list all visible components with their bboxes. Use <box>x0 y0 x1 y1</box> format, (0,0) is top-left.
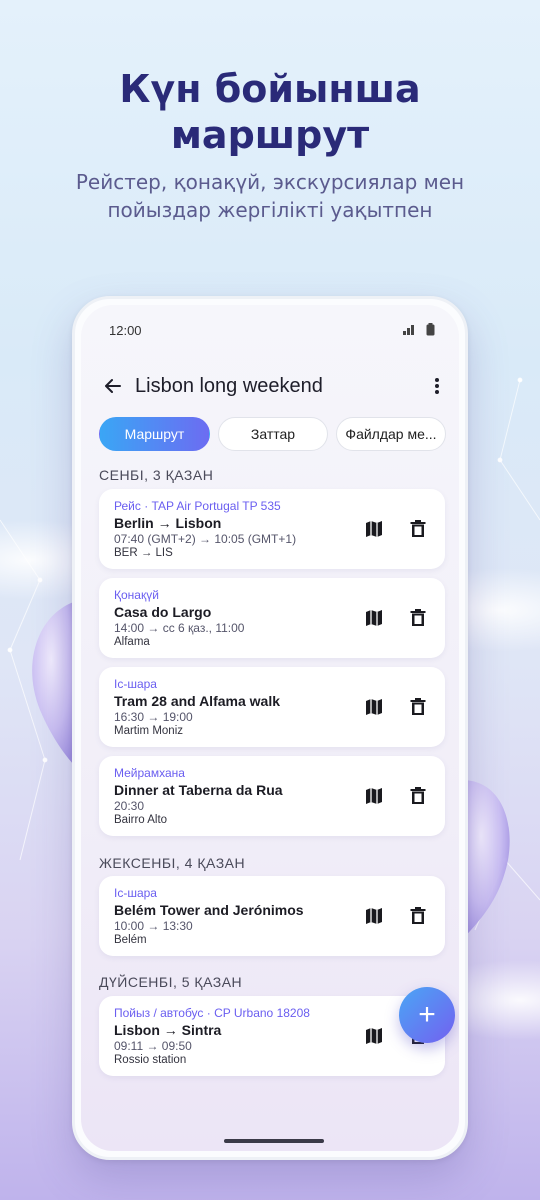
tab-files[interactable]: Файлдар ме... <box>336 417 446 451</box>
tab-itinerary[interactable]: Маршрут <box>99 417 210 451</box>
delete-button[interactable] <box>404 902 432 930</box>
phone-frame: 12:00 Lisbon long weekend Маршрут Заттар… <box>72 296 468 1160</box>
day-header: ЖЕКСЕНБІ, 4 ҚАЗАН <box>99 855 246 871</box>
trash-icon <box>410 520 426 537</box>
item-type: Қонақүй <box>114 588 159 602</box>
item-type: Іс-шара <box>114 677 157 691</box>
delete-button[interactable] <box>404 604 432 632</box>
map-button[interactable] <box>360 782 388 810</box>
itinerary-card[interactable]: Іс-шара Tram 28 and Alfama walk 16:30 → … <box>99 667 445 747</box>
back-button[interactable] <box>99 372 127 400</box>
delete-button[interactable] <box>404 782 432 810</box>
trip-title: Lisbon long weekend <box>135 374 323 397</box>
tab-bar: Маршрут Заттар Файлдар ме... <box>99 417 446 451</box>
promo-subline-line1: Рейстер, қонақүй, экскурсиялар мен <box>75 170 465 194</box>
map-icon <box>366 908 382 924</box>
delete-button[interactable] <box>404 693 432 721</box>
app-bar: Lisbon long weekend <box>99 369 449 403</box>
map-icon <box>366 521 382 537</box>
map-button[interactable] <box>360 515 388 543</box>
map-button[interactable] <box>360 1022 388 1050</box>
map-button[interactable] <box>360 604 388 632</box>
item-name: Tram 28 and Alfama walk <box>114 693 280 709</box>
item-name: Dinner at Taberna da Rua <box>114 782 283 798</box>
battery-icon <box>426 323 435 341</box>
promo-subline-line2: пойыздар жергілікті уақытпен <box>107 198 433 222</box>
item-time: 20:30 <box>114 799 145 813</box>
item-name: Lisbon → Sintra <box>114 1022 222 1038</box>
trash-icon <box>410 609 426 626</box>
item-time: 10:00 → 13:30 <box>114 919 193 933</box>
item-time: 16:30 → 19:00 <box>114 710 193 724</box>
status-time: 12:00 <box>109 323 142 338</box>
itinerary-card[interactable]: Қонақүй Casa do Largo 14:00 → сс 6 қаз.,… <box>99 578 445 658</box>
itinerary-card[interactable]: Рейс · TAP Air Portugal TP 535 Berlin → … <box>99 489 445 569</box>
map-button[interactable] <box>360 902 388 930</box>
more-vert-icon <box>435 378 439 394</box>
itinerary-card[interactable]: Мейрамхана Dinner at Taberna da Rua 20:3… <box>99 756 445 836</box>
promo-headline-line2: маршрут <box>170 113 370 157</box>
item-time: 14:00 → сс 6 қаз., 11:00 <box>114 621 245 635</box>
promo-headline-line1: Күн бойынша <box>119 67 421 111</box>
app-screen: 12:00 Lisbon long weekend Маршрут Заттар… <box>81 305 459 1151</box>
item-place: Rossio station <box>114 1054 187 1066</box>
add-item-button[interactable]: + <box>399 987 455 1043</box>
promo-subline: Рейстер, қонақүй, экскурсиялар мен пойыз… <box>0 168 540 224</box>
item-time: 07:40 (GMT+2) → 10:05 (GMT+1) <box>114 532 297 546</box>
map-icon <box>366 699 382 715</box>
back-arrow-icon <box>105 379 121 393</box>
day-header: ДҮЙСЕНБІ, 5 ҚАЗАН <box>99 974 243 990</box>
itinerary-card[interactable]: Пойыз / автобус · CP Urbano 18208 Lisbon… <box>99 996 445 1076</box>
trash-icon <box>410 907 426 924</box>
signal-icon <box>402 323 416 341</box>
item-place: Belém <box>114 934 147 946</box>
item-name: Belém Tower and Jerónimos <box>114 902 304 918</box>
map-button[interactable] <box>360 693 388 721</box>
trash-icon <box>410 698 426 715</box>
location-pin-decoration-right <box>462 780 510 940</box>
status-icons <box>402 323 435 341</box>
day-header: СЕНБІ, 3 ҚАЗАН <box>99 467 214 483</box>
item-type: Іс-шара <box>114 886 157 900</box>
item-place: Bairro Alto <box>114 814 168 826</box>
map-icon <box>366 610 382 626</box>
tab-items[interactable]: Заттар <box>218 417 328 451</box>
delete-button[interactable] <box>404 515 432 543</box>
home-indicator[interactable] <box>224 1139 324 1143</box>
trash-icon <box>410 787 426 804</box>
add-icon: + <box>418 998 436 1031</box>
item-place: BER → LIS <box>114 547 173 559</box>
item-name: Berlin → Lisbon <box>114 515 222 531</box>
more-options-button[interactable] <box>425 372 449 400</box>
map-icon <box>366 788 382 804</box>
item-time: 09:11 → 09:50 <box>114 1039 192 1053</box>
promo-headline: Күн бойынша маршрут <box>0 66 540 158</box>
item-place: Alfama <box>114 636 150 648</box>
item-type: Мейрамхана <box>114 766 185 780</box>
map-icon <box>366 1028 382 1044</box>
item-place: Martim Moniz <box>114 725 184 737</box>
itinerary-card[interactable]: Іс-шара Belém Tower and Jerónimos 10:00 … <box>99 876 445 956</box>
item-name: Casa do Largo <box>114 604 212 620</box>
item-type: Рейс · TAP Air Portugal TP 535 <box>114 499 281 513</box>
item-type: Пойыз / автобус · CP Urbano 18208 <box>114 1006 310 1020</box>
